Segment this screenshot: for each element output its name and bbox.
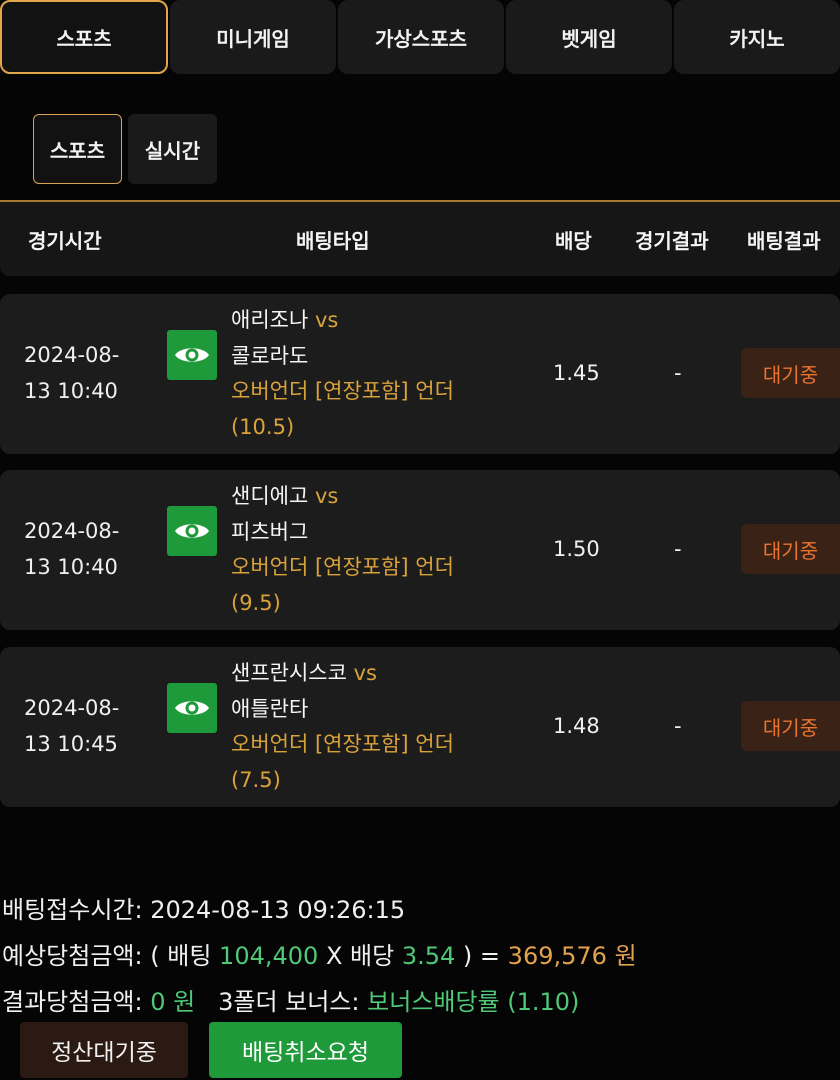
team-away: 피츠버그 <box>231 519 309 544</box>
table-row: 2024-08- 13 10:45 샌프란시스코 vs 애틀란타 오버언더 [연… <box>0 647 840 807</box>
subtab-live[interactable]: 실시간 <box>128 114 217 184</box>
odds-value: 1.50 <box>553 537 600 561</box>
bet-time-line: 배팅접수시간: 2024-08-13 09:26:15 <box>2 890 405 925</box>
eye-icon <box>175 701 209 715</box>
view-button[interactable] <box>167 506 217 556</box>
bet-time-label: 배팅접수시간: <box>2 896 143 924</box>
team-home: 샌디에고 <box>231 484 309 508</box>
team-home: 애리조나 <box>231 308 309 332</box>
bet-history-page: 스포츠 미니게임 가상스포츠 벳게임 카지노 스포츠 실시간 경기시간 배팅타입… <box>0 0 840 1080</box>
open-paren: ( <box>150 942 160 970</box>
match-time: 2024-08- 13 10:40 <box>24 513 119 585</box>
bet-type-line: 오버언더 [연장포함] 언더 <box>231 555 454 579</box>
header-match-time: 경기시간 <box>28 228 102 253</box>
header-match-result: 경기결과 <box>635 228 709 253</box>
match-time: 2024-08- 13 10:40 <box>24 337 119 409</box>
times-sign: X <box>325 942 343 970</box>
header-bet-result: 배팅결과 <box>747 228 821 253</box>
status-badge: 대기중 <box>741 524 840 574</box>
expected-label: 예상당첨금액: <box>2 942 143 970</box>
view-button[interactable] <box>167 330 217 380</box>
bet-time-value: 2024-08-13 09:26:15 <box>150 896 406 924</box>
team-home: 샌프란시스코 <box>231 661 347 685</box>
bet-type-line: 오버언더 [연장포함] 언더 <box>231 732 454 756</box>
header-odds: 배당 <box>555 228 592 253</box>
tab-virtual-sports[interactable]: 가상스포츠 <box>338 0 504 74</box>
match-time: 2024-08- 13 10:45 <box>24 690 119 762</box>
settle-wait-button[interactable]: 정산대기중 <box>20 1022 188 1078</box>
match-clock: 13 10:40 <box>24 379 118 403</box>
bet-type-handicap: (7.5) <box>231 767 281 792</box>
won-unit: 원 <box>614 942 637 970</box>
result-label: 결과당첨금액: <box>2 988 143 1016</box>
status-badge: 대기중 <box>741 348 840 398</box>
table-row: 2024-08- 13 10:40 샌디에고 vs 피츠버그 오버언더 [연장포… <box>0 470 840 630</box>
table-row: 2024-08- 13 10:40 애리조나 vs 콜로라도 오버언더 [연장포… <box>0 294 840 454</box>
cancel-bet-button[interactable]: 배팅취소요청 <box>209 1022 402 1078</box>
match-info: 샌디에고 vs 피츠버그 오버언더 [연장포함] 언더 (9.5) <box>231 479 531 621</box>
result-amount: 0 원 <box>150 988 196 1016</box>
total-odds: 3.54 <box>401 942 456 970</box>
bonus-value: 보너스배당률 (1.10) <box>367 988 580 1016</box>
header-bet-type: 배팅타입 <box>296 228 370 253</box>
match-date: 2024-08- <box>24 343 120 367</box>
match-result: - <box>674 361 682 385</box>
expected-amount: 369,576 <box>507 942 607 970</box>
vs-label: vs <box>353 661 377 685</box>
table-header: 경기시간 배팅타입 배당 경기결과 배팅결과 <box>0 202 840 276</box>
subtab-sports[interactable]: 스포츠 <box>33 114 122 184</box>
match-date: 2024-08- <box>24 696 120 720</box>
view-button[interactable] <box>167 683 217 733</box>
expected-win-line: 예상당첨금액: ( 배팅 104,400 X 배당 3.54 ) = 369,5… <box>2 936 637 971</box>
match-clock: 13 10:45 <box>24 732 118 756</box>
bet-type-handicap: (10.5) <box>231 414 295 439</box>
odds-value: 1.45 <box>553 361 600 385</box>
result-win-line: 결과당첨금액: 0 원 3폴더 보너스: 보너스배당률 (1.10) <box>2 982 579 1017</box>
bet-type-line: 오버언더 [연장포함] 언더 <box>231 379 454 403</box>
match-date: 2024-08- <box>24 519 120 543</box>
top-tab-bar: 스포츠 미니게임 가상스포츠 벳게임 카지노 <box>0 0 840 76</box>
match-result: - <box>674 537 682 561</box>
status-badge: 대기중 <box>741 701 840 751</box>
match-clock: 13 10:40 <box>24 555 118 579</box>
eye-icon <box>175 348 209 362</box>
vs-label: vs <box>314 308 339 332</box>
team-away: 애틀란타 <box>231 696 309 721</box>
match-result: - <box>674 714 682 738</box>
eye-icon <box>175 524 209 538</box>
tab-minigame[interactable]: 미니게임 <box>170 0 336 74</box>
tab-casino[interactable]: 카지노 <box>674 0 840 74</box>
team-away: 콜로라도 <box>231 343 309 368</box>
bet-label: 배팅 <box>167 942 212 970</box>
tab-sports[interactable]: 스포츠 <box>0 0 168 74</box>
bet-amount: 104,400 <box>219 942 319 970</box>
odds-label: 배당 <box>350 942 395 970</box>
bet-type-handicap: (9.5) <box>231 590 281 615</box>
bonus-label: 3폴더 보너스: <box>218 988 360 1016</box>
match-info: 샌프란시스코 vs 애틀란타 오버언더 [연장포함] 언더 (7.5) <box>231 656 531 798</box>
vs-label: vs <box>314 484 339 508</box>
odds-value: 1.48 <box>553 714 600 738</box>
close-paren-eq: ) = <box>462 942 501 970</box>
match-info: 애리조나 vs 콜로라도 오버언더 [연장포함] 언더 (10.5) <box>231 303 531 445</box>
tab-betgame[interactable]: 벳게임 <box>506 0 672 74</box>
